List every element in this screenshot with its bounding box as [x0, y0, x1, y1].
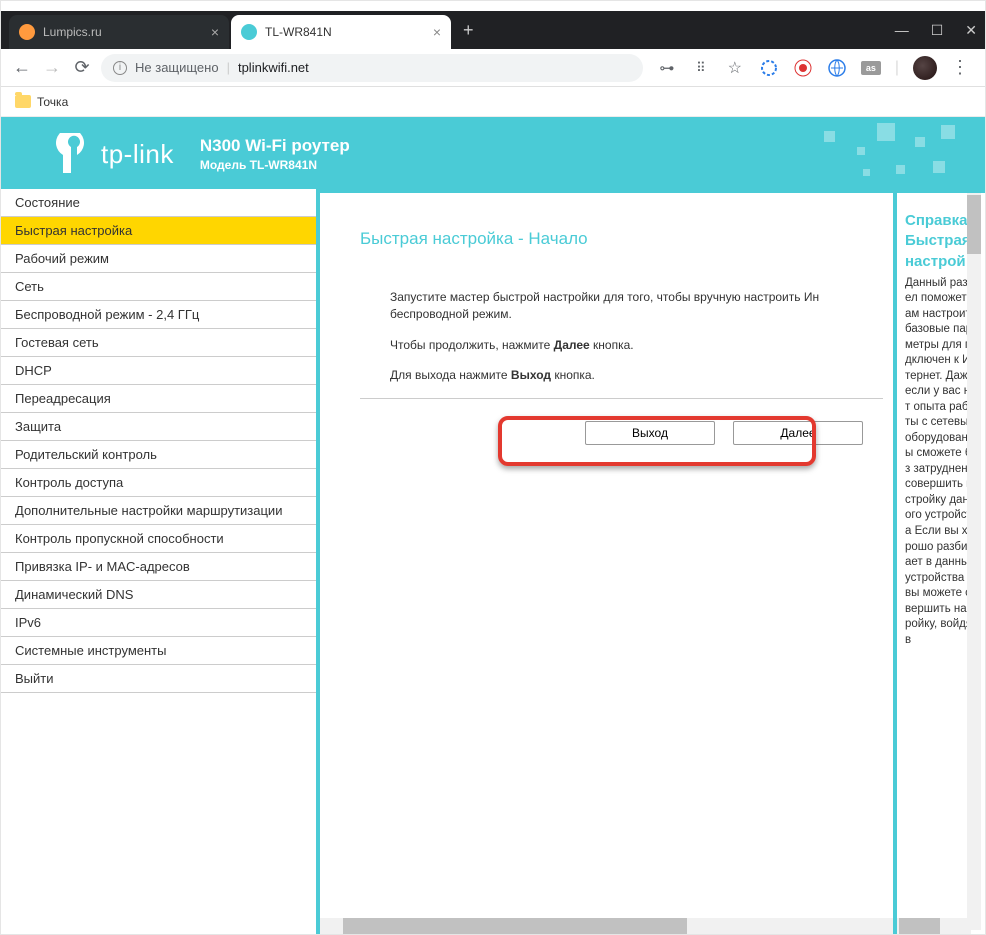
brand-name: tp-link	[101, 139, 174, 170]
tab-title: TL-WR841N	[265, 25, 332, 39]
sidebar-item-status[interactable]: Состояние	[1, 189, 316, 217]
sidebar-item-quick-setup[interactable]: Быстрая настройка	[1, 217, 316, 245]
sidebar-nav: Состояние Быстрая настройка Рабочий режи…	[1, 189, 316, 934]
window-maximize-icon[interactable]: ☐	[931, 22, 944, 39]
sidebar-item-binding[interactable]: Привязка IP- и MAC-адресов	[1, 553, 316, 581]
favicon-icon	[19, 24, 35, 40]
address-bar: ← → ⟳ i Не защищено | tplinkwifi.net ⊶ ⠿…	[1, 49, 985, 87]
sidebar-item-access[interactable]: Контроль доступа	[1, 469, 316, 497]
header-decoration	[795, 117, 965, 189]
sidebar-item-guest[interactable]: Гостевая сеть	[1, 329, 316, 357]
close-icon[interactable]: ×	[211, 24, 219, 40]
menu-button[interactable]: ⋮	[951, 57, 969, 78]
sidebar-item-network[interactable]: Сеть	[1, 273, 316, 301]
vertical-scrollbar[interactable]	[967, 193, 981, 930]
sidebar-item-parental[interactable]: Родительский контроль	[1, 441, 316, 469]
window-close-icon[interactable]: ✕	[965, 22, 977, 39]
next-button[interactable]: Далее	[733, 421, 863, 445]
translate-icon[interactable]: ⠿	[691, 58, 711, 78]
instruction-text: Чтобы продолжить, нажмите Далее кнопка.	[360, 337, 883, 354]
extension-icon[interactable]	[759, 58, 779, 78]
extension-icon[interactable]	[827, 58, 847, 78]
sidebar-item-logout[interactable]: Выйти	[1, 665, 316, 693]
sidebar-item-routing[interactable]: Дополнительные настройки маршрутизации	[1, 497, 316, 525]
folder-icon	[15, 95, 31, 108]
main-panel: Быстрая настройка - Начало Запустите мас…	[320, 193, 893, 934]
sidebar-item-wireless[interactable]: Беспроводной режим - 2,4 ГГц	[1, 301, 316, 329]
sidebar-item-dhcp[interactable]: DHCP	[1, 357, 316, 385]
product-title: N300 Wi-Fi роутер	[200, 136, 350, 156]
browser-tab[interactable]: Lumpics.ru ×	[9, 15, 229, 49]
browser-tabbar: Lumpics.ru × TL-WR841N × + — ☐ ✕	[1, 11, 985, 49]
product-model: Модель TL-WR841N	[200, 158, 350, 172]
bookmarks-bar: Точка	[1, 87, 985, 117]
instruction-text: Запустите мастер быстрой настройки для т…	[360, 289, 883, 323]
security-label: Не защищено	[135, 60, 219, 75]
instruction-text: Для выхода нажмите Выход кнопка.	[360, 367, 883, 384]
brand-logo: tp-link	[49, 133, 174, 175]
close-icon[interactable]: ×	[433, 24, 441, 40]
info-icon: i	[113, 61, 127, 75]
reload-button[interactable]: ⟳	[71, 57, 93, 79]
tab-title: Lumpics.ru	[43, 25, 102, 39]
tplink-logo-icon	[49, 133, 91, 175]
extension-icon[interactable]	[793, 58, 813, 78]
sidebar-item-ipv6[interactable]: IPv6	[1, 609, 316, 637]
profile-avatar[interactable]	[913, 56, 937, 80]
sidebar-item-forwarding[interactable]: Переадресация	[1, 385, 316, 413]
window-minimize-icon[interactable]: —	[895, 22, 909, 38]
favicon-icon	[241, 24, 257, 40]
horizontal-scrollbar[interactable]	[320, 918, 893, 934]
horizontal-scrollbar[interactable]	[897, 918, 971, 934]
sidebar-item-bandwidth[interactable]: Контроль пропускной способности	[1, 525, 316, 553]
router-header: tp-link N300 Wi-Fi роутер Модель TL-WR84…	[1, 117, 985, 189]
sidebar-item-mode[interactable]: Рабочий режим	[1, 245, 316, 273]
page-title: Быстрая настройка - Начало	[360, 229, 883, 249]
back-button[interactable]: ←	[11, 57, 33, 79]
sidebar-item-security[interactable]: Защита	[1, 413, 316, 441]
browser-tab[interactable]: TL-WR841N ×	[231, 15, 451, 49]
exit-button[interactable]: Выход	[585, 421, 715, 445]
new-tab-button[interactable]: +	[453, 20, 484, 41]
extension-icon[interactable]: as	[861, 61, 881, 75]
sidebar-item-system[interactable]: Системные инструменты	[1, 637, 316, 665]
url-text: tplinkwifi.net	[238, 60, 309, 75]
key-icon[interactable]: ⊶	[657, 58, 677, 78]
sidebar-item-ddns[interactable]: Динамический DNS	[1, 581, 316, 609]
url-input[interactable]: i Не защищено | tplinkwifi.net	[101, 54, 643, 82]
star-icon[interactable]: ☆	[725, 58, 745, 78]
page-content: tp-link N300 Wi-Fi роутер Модель TL-WR84…	[1, 117, 985, 934]
bookmark-item[interactable]: Точка	[37, 95, 68, 109]
forward-button[interactable]: →	[41, 57, 63, 79]
